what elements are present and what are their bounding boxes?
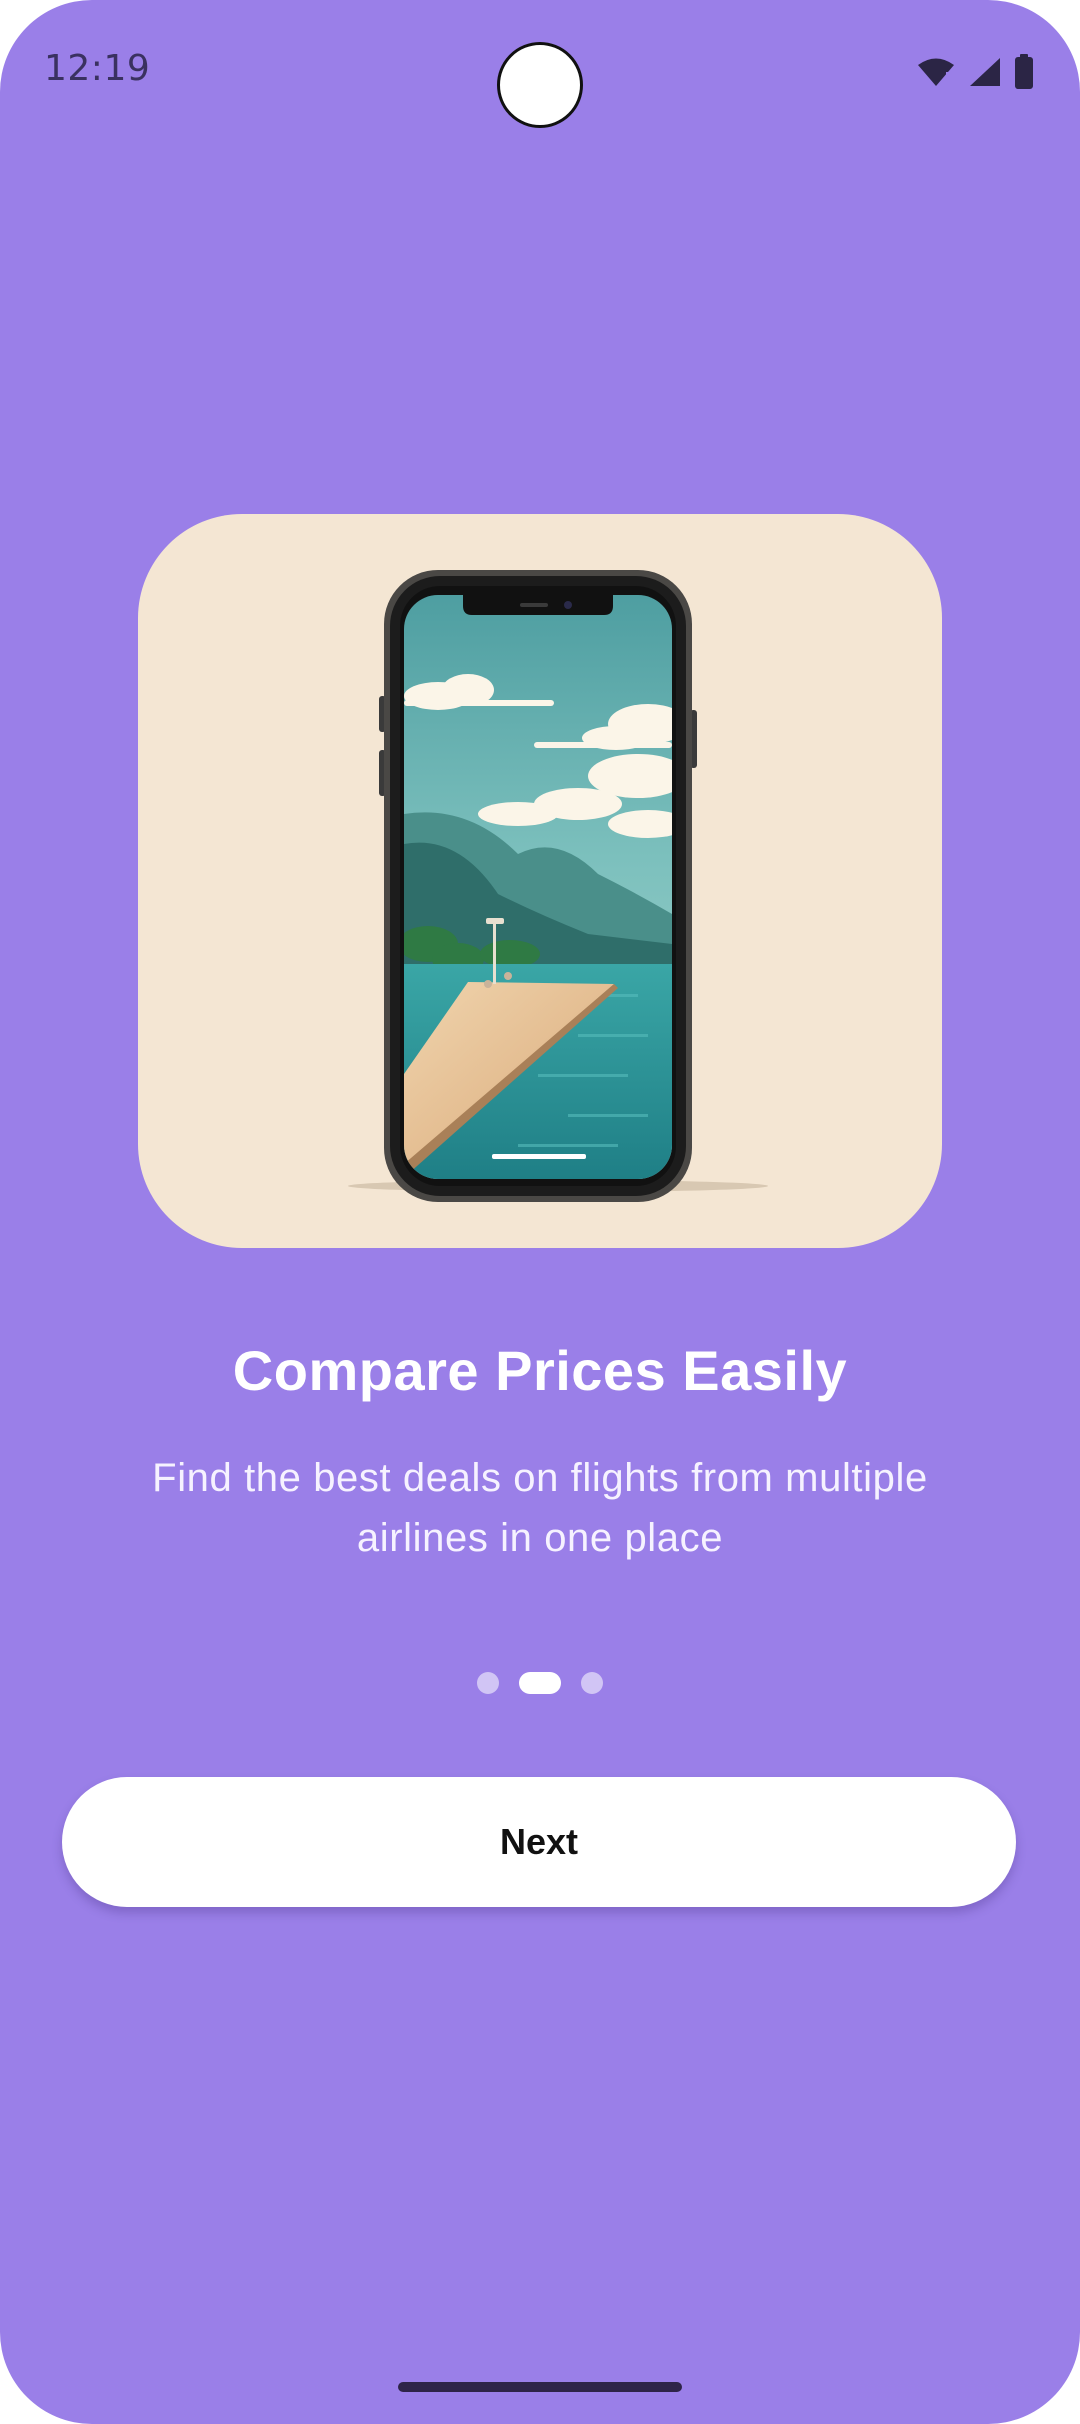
signal-icon — [970, 58, 1000, 86]
battery-icon — [1015, 54, 1033, 89]
home-indicator[interactable] — [398, 2382, 682, 2392]
front-camera-cutout — [497, 42, 583, 128]
page-dot-1[interactable] — [477, 1672, 499, 1694]
next-button[interactable]: Next — [62, 1777, 1016, 1907]
wifi-icon — [918, 58, 954, 86]
next-button-label: Next — [499, 1821, 579, 1862]
status-bar: 12:19 — [0, 0, 1080, 140]
status-icons — [916, 52, 1034, 92]
page-dot-3[interactable] — [581, 1672, 603, 1694]
page-dot-2-active[interactable] — [519, 1672, 561, 1694]
onboarding-illustration — [138, 514, 942, 1248]
onboarding-description: Find the best deals on flights from mult… — [152, 1456, 928, 1560]
status-time: 12:19 — [44, 48, 151, 89]
onboarding-title: Compare Prices Easily — [232, 1339, 848, 1402]
page-indicator — [0, 1672, 1080, 1694]
app-screen: 12:19 Compare Prices Easily Find the bes… — [0, 0, 1080, 2424]
